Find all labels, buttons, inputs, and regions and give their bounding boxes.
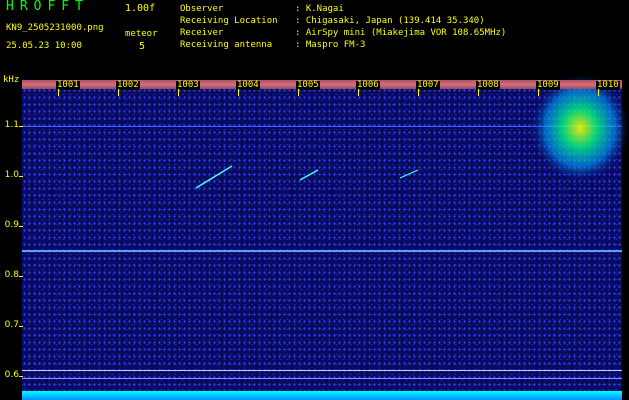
minute-label: 1003	[176, 80, 200, 90]
spectrogram-overlay	[195, 73, 629, 189]
minute-tick	[478, 89, 479, 96]
minute-label: 1007	[416, 80, 440, 90]
minute-label: 1005	[296, 80, 320, 90]
y-tick	[19, 226, 23, 227]
minute-tick	[358, 89, 359, 96]
meteor-trace	[195, 165, 233, 189]
minute-tick	[538, 89, 539, 96]
meteor-trace	[299, 169, 319, 181]
minute-label: 1006	[356, 80, 380, 90]
y-tick-label: 0.7	[4, 320, 19, 330]
minute-tick	[418, 89, 419, 96]
y-tick-label: 0.8	[4, 270, 19, 280]
y-tick	[19, 326, 23, 327]
meteor-trace	[399, 169, 419, 179]
signal-strength-bar	[22, 391, 622, 400]
y-tick	[19, 276, 23, 277]
y-tick	[19, 176, 23, 177]
minute-tick	[298, 89, 299, 96]
y-tick	[19, 126, 23, 127]
y-tick	[19, 376, 23, 377]
minute-label: 1008	[476, 80, 500, 90]
minute-tick	[178, 89, 179, 96]
minute-tick	[118, 89, 119, 96]
minute-label: 1002	[116, 80, 140, 90]
y-tick-label: 0.9	[4, 220, 19, 230]
y-tick-label: 1.0	[4, 170, 19, 180]
minute-tick	[58, 89, 59, 96]
time-scale-bar	[22, 80, 622, 89]
minute-label: 1010	[596, 80, 620, 90]
minute-label: 1009	[536, 80, 560, 90]
y-tick-label: 1.1	[4, 120, 19, 130]
minute-label: 1001	[56, 80, 80, 90]
minute-tick	[238, 89, 239, 96]
y-tick-label: 0.6	[4, 370, 19, 380]
minute-tick	[598, 89, 599, 96]
minute-label: 1004	[236, 80, 260, 90]
